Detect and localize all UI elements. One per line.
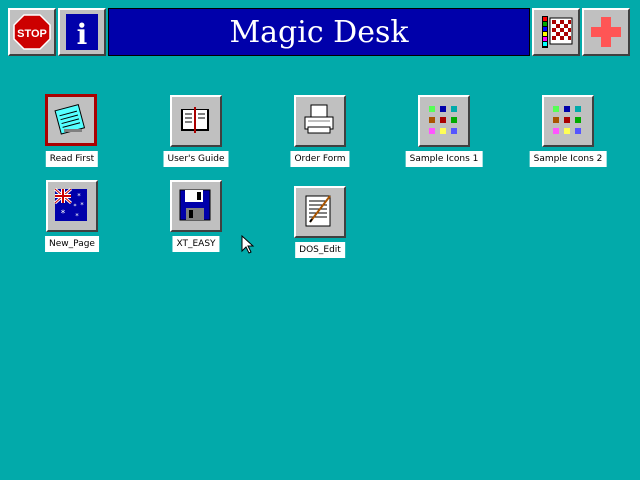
palette-icon — [542, 16, 573, 48]
icon-label: User's Guide — [163, 151, 229, 167]
floppy-disk-icon — [179, 189, 211, 221]
icon-grid-icon — [429, 106, 457, 134]
icon-label: XT_EASY — [172, 236, 220, 252]
title-panel: Magic Desk — [108, 8, 530, 56]
red-cross-icon — [591, 17, 621, 47]
svg-text:*: * — [74, 203, 77, 210]
book-icon — [181, 107, 209, 133]
help-cross-button[interactable] — [582, 8, 630, 56]
stop-button[interactable]: STOP — [8, 8, 56, 56]
icon-label: Sample Icons 1 — [405, 151, 483, 167]
icon-label: Read First — [45, 151, 99, 167]
svg-text:*: * — [77, 192, 81, 200]
window-title: Magic Desk — [229, 14, 409, 50]
desktop: STOP i Magic Desk Read First User's Guid… — [0, 0, 640, 480]
notepad-icon — [54, 103, 86, 135]
sample-icons-1-button[interactable] — [418, 95, 470, 147]
xt-easy-button[interactable] — [170, 180, 222, 232]
read-first-button[interactable] — [45, 94, 97, 146]
icon-label: Sample Icons 2 — [529, 151, 607, 167]
info-icon: i — [66, 14, 98, 51]
icon-grid-icon — [553, 106, 581, 134]
palette-button[interactable] — [532, 8, 580, 56]
new-page-button[interactable]: * * * * * — [46, 180, 98, 232]
stop-label: STOP — [17, 28, 47, 40]
title-bar: STOP i Magic Desk — [0, 0, 640, 58]
australian-flag-icon: * * * * * — [54, 187, 87, 221]
dos-edit-button[interactable] — [294, 186, 346, 238]
info-label: i — [77, 18, 88, 51]
icon-label: New_Page — [45, 236, 99, 252]
mouse-pointer-icon — [241, 235, 255, 254]
svg-text:*: * — [80, 201, 84, 209]
stop-sign-icon: STOP — [13, 14, 51, 50]
svg-text:*: * — [61, 209, 66, 219]
icon-label: Order Form — [290, 151, 350, 167]
icon-label: DOS_Edit — [295, 242, 345, 258]
printer-icon — [304, 104, 334, 134]
info-button[interactable]: i — [58, 8, 106, 56]
users-guide-button[interactable] — [170, 95, 222, 147]
order-form-button[interactable] — [294, 95, 346, 147]
edit-document-icon — [305, 195, 331, 227]
svg-text:*: * — [75, 212, 79, 220]
sample-icons-2-button[interactable] — [542, 95, 594, 147]
